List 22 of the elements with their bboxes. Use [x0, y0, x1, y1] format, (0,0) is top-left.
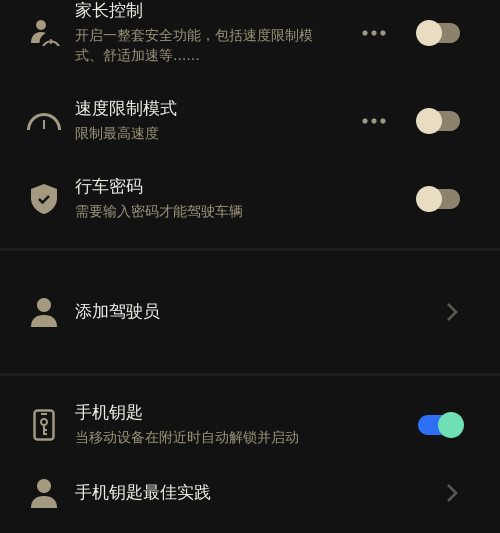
gauge-icon	[26, 111, 60, 131]
person-icon	[30, 297, 56, 327]
toggle-switch[interactable]	[418, 23, 460, 43]
chevron-right-icon[interactable]	[446, 302, 458, 322]
setting-description: 开启一整套安全功能，包括速度限制模式、舒适加速等......	[75, 27, 314, 66]
setting-title: 行车密码	[75, 176, 144, 198]
more-icon[interactable]	[362, 30, 386, 36]
setting-title: 添加驾驶员	[75, 301, 161, 323]
setting-title: 手机钥匙	[75, 402, 144, 424]
shield-check-icon	[30, 183, 58, 215]
setting-description: 限制最高速度	[75, 125, 160, 144]
setting-title: 家长控制	[75, 0, 144, 22]
person-icon	[30, 478, 56, 508]
setting-description: 需要输入密码才能驾驶车辆	[75, 203, 244, 222]
phone-key-icon	[32, 409, 54, 441]
more-icon[interactable]	[362, 118, 386, 124]
toggle-switch[interactable]	[418, 111, 460, 131]
toggle-switch[interactable]	[418, 189, 460, 209]
setting-title: 速度限制模式	[75, 98, 178, 120]
setting-title: 手机钥匙最佳实践	[75, 482, 212, 504]
chevron-right-icon[interactable]	[446, 483, 458, 503]
setting-description: 当移动设备在附近时自动解锁并启动	[75, 429, 300, 448]
